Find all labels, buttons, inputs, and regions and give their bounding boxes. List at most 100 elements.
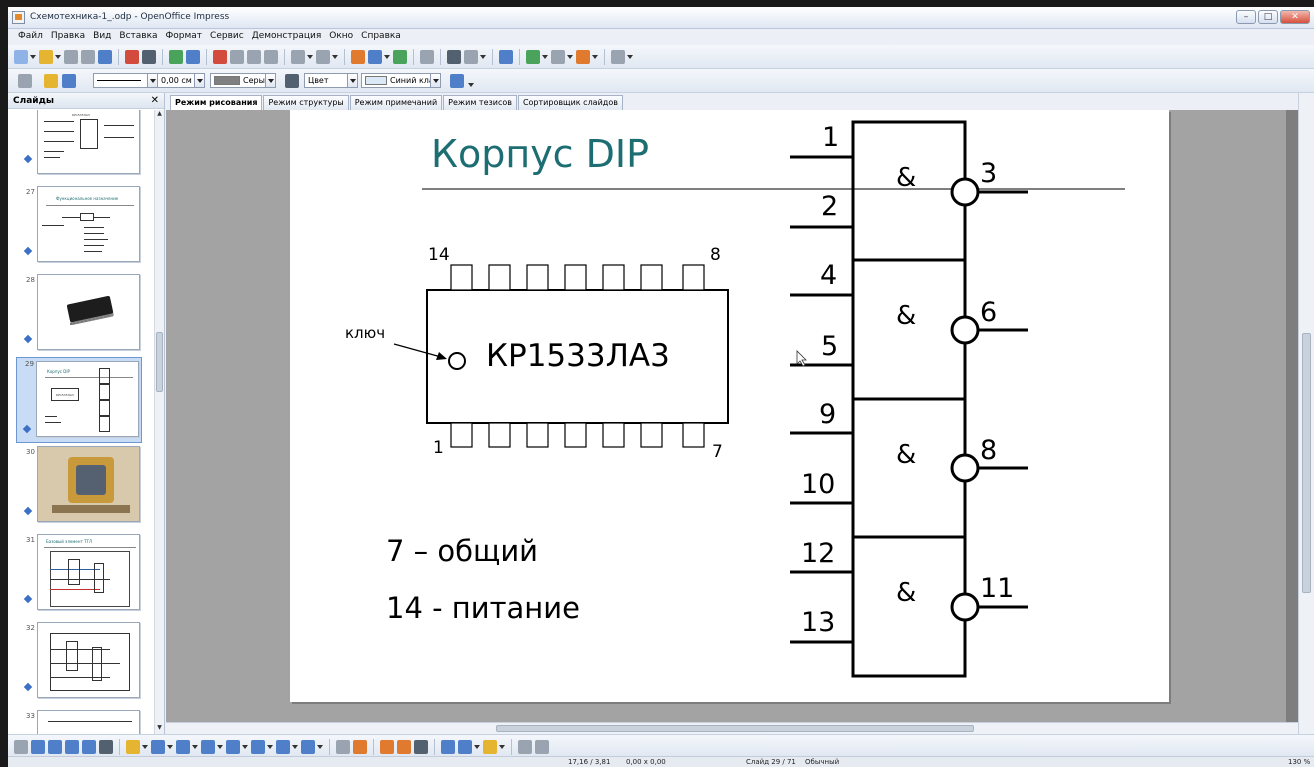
zoom-icon[interactable] (464, 50, 478, 64)
rotate-icon[interactable] (441, 740, 455, 754)
curve-icon[interactable] (126, 740, 140, 754)
close-window-button[interactable]: ✕ (1280, 10, 1310, 24)
close-pane-icon[interactable]: ✕ (151, 95, 159, 106)
tab-outline-view[interactable]: Режим структуры (263, 95, 349, 110)
grid-icon[interactable] (420, 50, 434, 64)
navigator-icon[interactable] (393, 50, 407, 64)
edit-file-icon[interactable] (98, 50, 112, 64)
cut-icon[interactable] (213, 50, 227, 64)
slides-pane-scroll-thumb[interactable] (156, 332, 163, 392)
menu-file[interactable]: Файл (14, 29, 47, 45)
menu-format[interactable]: Формат (162, 29, 207, 45)
line-width-spinner[interactable] (194, 73, 205, 88)
table-icon[interactable] (368, 50, 382, 64)
minimize-button[interactable]: – (1236, 10, 1256, 24)
block-arrows-icon[interactable] (226, 740, 240, 754)
arrow-line-icon[interactable] (48, 740, 62, 754)
save-icon[interactable] (64, 50, 78, 64)
menu-tools[interactable]: Сервис (206, 29, 248, 45)
menu-insert[interactable]: Вставка (115, 29, 161, 45)
stars-icon[interactable] (301, 740, 315, 754)
ellipse-icon[interactable] (82, 740, 96, 754)
line-tool-icon[interactable] (31, 740, 45, 754)
menu-help[interactable]: Справка (357, 29, 405, 45)
rectangle-icon[interactable] (65, 740, 79, 754)
paste-icon[interactable] (247, 50, 261, 64)
status-zoom[interactable]: 130 % (1288, 758, 1310, 766)
glue-points-icon[interactable] (353, 740, 367, 754)
slide-thumb-32[interactable]: 32 (18, 622, 142, 708)
draw-functions-icon[interactable] (447, 50, 461, 64)
area-style-select[interactable]: Цвет (304, 73, 348, 88)
slide-thumb-30[interactable]: 30 (18, 446, 142, 532)
arrange-icon[interactable] (483, 740, 497, 754)
menu-view[interactable]: Вид (89, 29, 115, 45)
slides-pane-scrollbar[interactable]: ▲ ▼ (154, 110, 164, 734)
tab-handout-view[interactable]: Режим тезисов (443, 95, 517, 110)
menu-slideshow[interactable]: Демонстрация (248, 29, 326, 45)
chip-label[interactable]: КР1533ЛА3 (486, 338, 670, 374)
menu-edit[interactable]: Правка (47, 29, 89, 45)
shadow-icon[interactable] (450, 74, 464, 88)
new-document-icon[interactable] (14, 50, 28, 64)
redo-icon[interactable] (316, 50, 330, 64)
export-pdf-icon[interactable] (125, 50, 139, 64)
extrusion-icon[interactable] (518, 740, 532, 754)
slide-thumb-29[interactable]: 29 Корпус DIP КР1533ЛА3 (16, 357, 142, 443)
symbol-shapes-icon[interactable] (201, 740, 215, 754)
key-label[interactable]: ключ (345, 324, 385, 342)
text-tool-icon[interactable] (99, 740, 113, 754)
gallery-icon[interactable] (414, 740, 428, 754)
flowchart-icon[interactable] (251, 740, 265, 754)
line-width-input[interactable]: 0,00 см (157, 73, 195, 88)
arrow-style-icon[interactable] (62, 74, 76, 88)
area-style-dropdown[interactable] (347, 73, 358, 88)
note-common-ground[interactable]: 7 – общий (386, 534, 538, 568)
undo-icon[interactable] (291, 50, 305, 64)
area-icon[interactable] (285, 74, 299, 88)
open-icon[interactable] (39, 50, 53, 64)
slide-editing-area[interactable]: Корпус DIP КР1533ЛА3 ключ 14 8 1 7 7 – о… (166, 110, 1298, 722)
area-fill-dropdown[interactable] (430, 73, 441, 88)
menu-window[interactable]: Окно (325, 29, 357, 45)
autospellcheck-icon[interactable] (186, 50, 200, 64)
email-icon[interactable] (81, 50, 95, 64)
callouts-icon[interactable] (276, 740, 290, 754)
help-icon[interactable] (499, 50, 513, 64)
maximize-button[interactable]: □ (1258, 10, 1278, 24)
alignment-icon[interactable] (458, 740, 472, 754)
line-color-select[interactable]: Серый (210, 73, 266, 88)
select-icon[interactable] (14, 740, 28, 754)
fontwork-icon[interactable] (380, 740, 394, 754)
display-views-icon[interactable] (611, 50, 625, 64)
note-power[interactable]: 14 - питание (386, 591, 580, 625)
toggle-3d-icon[interactable] (535, 740, 549, 754)
slide-thumb-33[interactable]: 33 (18, 710, 142, 734)
tab-drawing-view[interactable]: Режим рисования (170, 95, 263, 110)
tab-slide-sorter[interactable]: Сортировщик слайдов (517, 95, 623, 110)
line-color-dropdown[interactable] (265, 73, 276, 88)
vertical-scroll-thumb[interactable] (1302, 333, 1311, 593)
slide-thumb-28[interactable]: 28 (18, 274, 142, 360)
line-icon[interactable] (44, 74, 58, 88)
basic-shapes-icon[interactable] (176, 740, 190, 754)
area-fill-select[interactable]: Синий кла (361, 73, 431, 88)
chart-icon[interactable] (351, 50, 365, 64)
format-paintbrush-icon[interactable] (264, 50, 278, 64)
current-slide[interactable]: Корпус DIP КР1533ЛА3 ключ 14 8 1 7 7 – о… (290, 110, 1169, 702)
slide-layout-icon[interactable] (526, 50, 540, 64)
print-icon[interactable] (142, 50, 156, 64)
slide-design-icon[interactable] (551, 50, 565, 64)
spellcheck-icon[interactable] (169, 50, 183, 64)
styles-icon[interactable] (18, 74, 32, 88)
line-style-select[interactable] (93, 73, 148, 88)
tab-notes-view[interactable]: Режим примечаний (349, 95, 443, 110)
slide-thumb-26[interactable]: КР1533ЛА3 (18, 110, 142, 178)
connector-icon[interactable] (151, 740, 165, 754)
slide-thumb-27[interactable]: 27 Функциональное назначение (18, 186, 142, 272)
slide-show-icon[interactable] (576, 50, 590, 64)
scroll-up-icon[interactable]: ▲ (156, 110, 163, 118)
from-file-icon[interactable] (397, 740, 411, 754)
scroll-down-icon[interactable]: ▼ (156, 724, 163, 732)
vertical-scrollbar[interactable] (1298, 93, 1314, 734)
